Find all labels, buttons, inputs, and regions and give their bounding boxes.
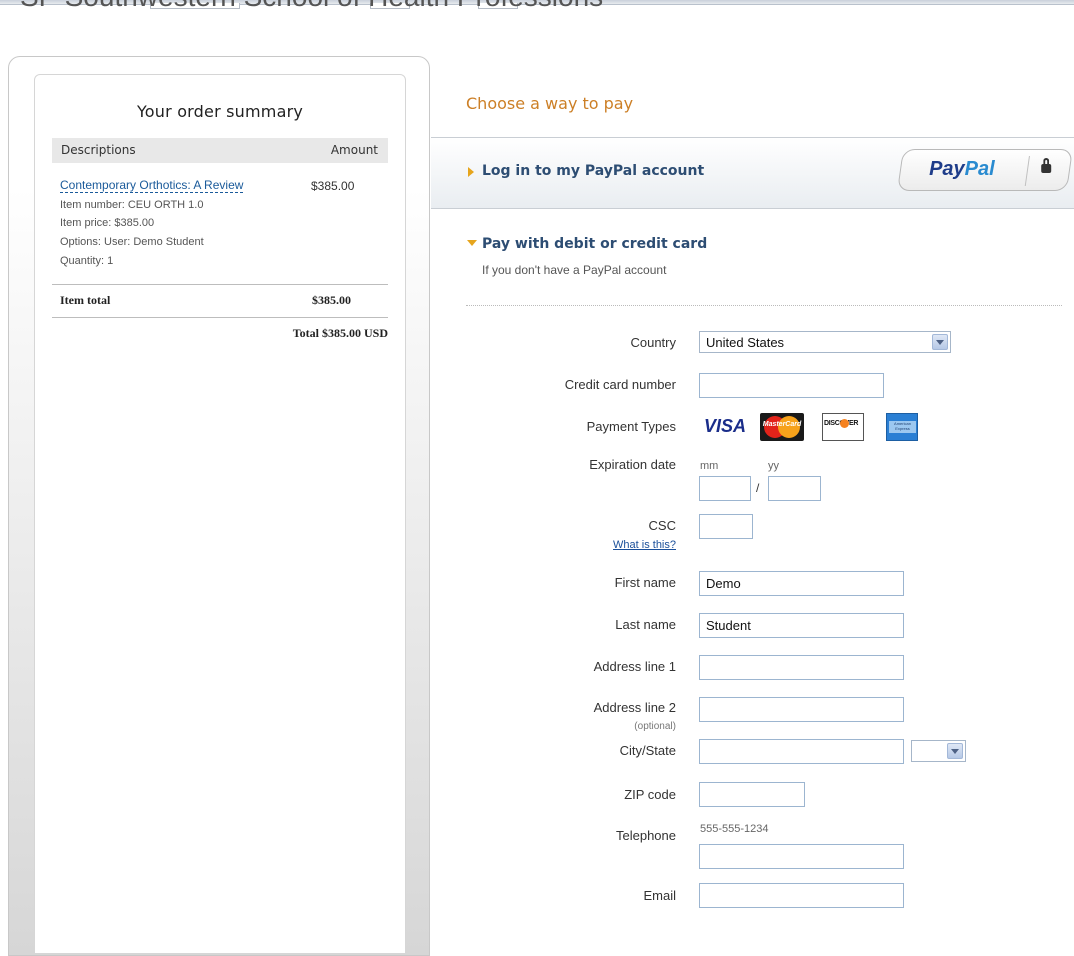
paypal-logo: PayPal [929,158,995,180]
last-name-input[interactable] [699,613,904,638]
lock-icon [1041,164,1052,173]
logo-separator [1024,156,1030,186]
summary-divider [52,317,388,318]
pay-with-card-subtitle: If you don't have a PayPal account [482,263,667,277]
country-value: United States [706,335,785,350]
item-quantity: Quantity: 1 [60,255,114,267]
item-price: Item price: $385.00 [60,217,155,229]
exp-yy-hint: yy [768,460,779,472]
grand-total: Total $385.00 USD [292,326,388,340]
csc-input[interactable] [699,514,753,539]
telephone-label: Telephone [616,828,676,843]
summary-divider [52,284,388,285]
site-header: SP Southwestern School of Health Profess… [0,0,1074,32]
expiration-label: Expiration date [589,457,676,472]
exp-year-input[interactable] [768,476,821,501]
paypal-logo-button[interactable]: PayPal [897,149,1073,191]
csc-label: CSC [648,518,676,533]
address1-label: Address line 1 [593,659,676,674]
amex-icon: American Express [886,413,918,441]
cc-number-label: Credit card number [564,377,676,392]
exp-month-input[interactable] [699,476,751,501]
chevron-down-icon [932,334,948,350]
email-label: Email [643,888,676,903]
choose-payment-title: Choose a way to pay [466,94,634,113]
telephone-input[interactable] [699,844,904,869]
col-amount: Amount [330,143,378,157]
country-label: Country [630,335,676,350]
exp-separator: / [756,481,760,495]
last-name-label: Last name [615,617,676,632]
item-total-label: Item total [60,293,111,307]
expand-down-icon [467,240,477,246]
city-state-label: City/State [619,743,676,758]
order-summary-title: Your order summary [136,102,304,121]
expand-right-icon [468,167,474,177]
address2-label: Address line 2 [593,700,676,715]
city-input[interactable] [699,739,904,764]
item-name-link[interactable]: Contemporary Orthotics: A Review [60,178,244,193]
col-descriptions: Descriptions [61,143,136,157]
section-divider [466,305,1062,306]
first-name-input[interactable] [699,571,904,596]
discover-icon: DISCOVER [822,413,864,441]
pay-with-card-link[interactable]: Pay with debit or credit card [482,236,707,252]
mastercard-icon: MasterCard [760,413,804,441]
item-amount: $385.00 [311,179,355,193]
country-select[interactable]: United States [699,331,951,353]
first-name-label: First name [614,575,676,590]
item-number: Item number: CEU ORTH 1.0 [60,199,204,211]
zip-label: ZIP code [624,787,676,802]
item-total-value: $385.00 [312,293,351,307]
item-options: Options: User: Demo Student [60,236,204,248]
address2-input[interactable] [699,697,904,722]
address1-input[interactable] [699,655,904,680]
email-input[interactable] [699,883,904,908]
paypal-login-link[interactable]: Log in to my PayPal account [482,163,704,179]
cc-number-input[interactable] [699,373,884,398]
telephone-hint: 555-555-1234 [700,823,769,835]
site-title: SP Southwestern School of Health Profess… [20,0,603,13]
zip-input[interactable] [699,782,805,807]
summary-header-row: Descriptions Amount [52,138,388,163]
optional-note: (optional) [634,721,676,732]
exp-mm-hint: mm [700,460,719,472]
csc-help-link[interactable]: What is this? [613,539,676,551]
visa-icon: VISA [704,416,747,436]
state-select[interactable] [911,740,966,762]
payment-types-label: Payment Types [586,419,676,434]
chevron-down-icon [947,743,963,759]
